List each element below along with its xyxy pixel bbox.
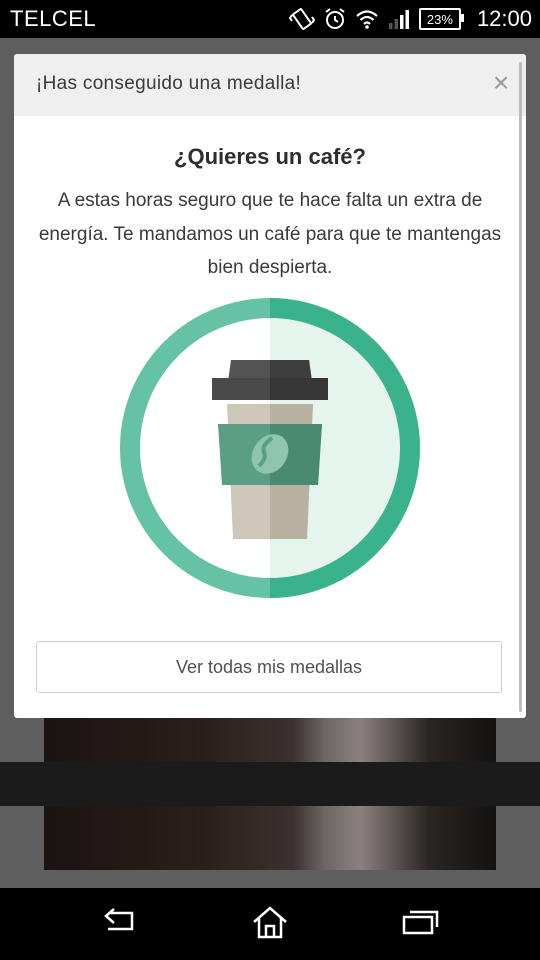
navigation-bar	[0, 888, 540, 960]
dialog-header: ¡Has conseguido una medalla! ×	[14, 54, 526, 116]
medal-dialog: ¡Has conseguido una medalla! × ¿Quieres …	[14, 54, 526, 718]
badge-description: A estas horas seguro que te hace falta u…	[38, 190, 502, 278]
badge-title: ¿Quieres un café?	[174, 144, 366, 169]
battery-icon: 23%	[418, 8, 464, 30]
dialog-title: ¡Has conseguido una medalla!	[36, 73, 302, 94]
back-icon	[100, 907, 140, 942]
status-bar: TELCEL 23% 12:00	[0, 0, 540, 38]
view-all-medals-button[interactable]: Ver todas mis medallas	[36, 641, 502, 693]
vibrate-icon	[288, 7, 315, 31]
home-icon	[250, 904, 290, 945]
wifi-icon	[355, 8, 379, 30]
alarm-icon	[323, 7, 347, 31]
coffee-cup-icon	[120, 298, 420, 598]
status-icons: 23% 12:00	[288, 4, 532, 34]
clock: 12:00	[476, 6, 532, 31]
carrier-name: TELCEL	[10, 6, 97, 31]
recent-apps-icon	[400, 907, 440, 942]
signal-icon	[387, 8, 411, 30]
close-button[interactable]: ×	[486, 67, 516, 98]
background-toolbar	[0, 762, 540, 806]
recent-apps-button[interactable]	[390, 904, 450, 944]
back-button[interactable]	[90, 904, 150, 944]
home-button[interactable]	[240, 904, 300, 944]
